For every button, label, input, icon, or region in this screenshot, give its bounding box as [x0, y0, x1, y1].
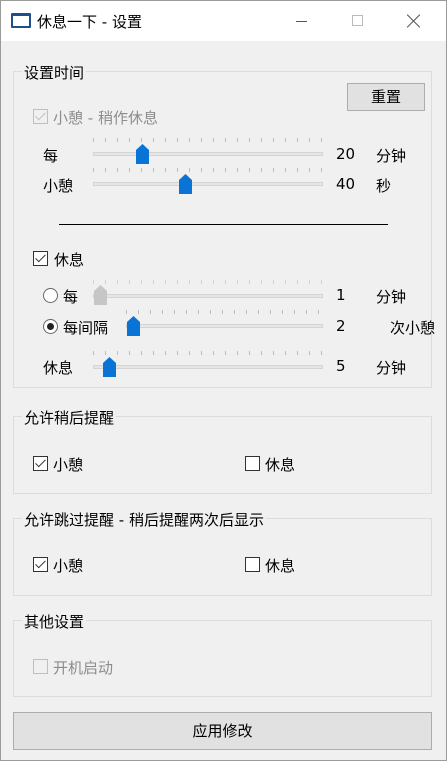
radio-every-ticks	[93, 280, 323, 284]
maximize-button	[330, 1, 386, 41]
skip-short-label: 小憩	[53, 557, 84, 575]
short-break-label: 小憩 - 稍作休息	[53, 109, 158, 127]
maximize-icon	[352, 15, 363, 26]
radio-interval-slider[interactable]	[126, 324, 323, 328]
apply-button[interactable]: 应用修改	[13, 712, 432, 750]
title-bar[interactable]: 休息一下 - 设置	[1, 1, 446, 41]
radio-interval-thumb[interactable]	[127, 316, 140, 336]
radio-interval[interactable]	[43, 319, 58, 334]
reset-button[interactable]: 重置	[347, 83, 425, 111]
minimize-icon	[296, 21, 307, 22]
radio-every[interactable]	[43, 288, 58, 303]
time-settings-title: 设置时间	[22, 62, 87, 83]
short-duration-thumb[interactable]	[179, 174, 192, 194]
postpone-title: 允许稍后提醒	[22, 407, 117, 428]
radio-interval-ticks	[126, 310, 323, 314]
rest-slider-ticks	[93, 351, 323, 355]
rest-unit: 分钟	[376, 359, 407, 377]
skip-short-checkbox[interactable]	[33, 557, 48, 572]
short-break-checkbox[interactable]	[33, 109, 48, 124]
rest-value: 5	[336, 357, 346, 375]
every-value: 20	[336, 145, 356, 163]
minimize-button[interactable]	[274, 1, 330, 41]
radio-every-thumb[interactable]	[94, 285, 107, 305]
radio-every-unit: 分钟	[376, 288, 407, 306]
every-slider[interactable]	[93, 152, 323, 156]
autostart-label: 开机启动	[53, 659, 114, 677]
radio-every-label: 每	[63, 288, 79, 306]
other-settings-group: 其他设置 开机启动	[13, 611, 432, 697]
time-settings-group: 设置时间 重置 小憩 - 稍作休息 每 20 分钟 小憩 40 秒 休息 每 1…	[13, 62, 436, 388]
short-duration-label: 小憩	[43, 177, 74, 195]
radio-interval-value: 2	[336, 317, 346, 335]
postpone-short-label: 小憩	[53, 456, 84, 474]
rest-slider[interactable]	[93, 365, 323, 369]
short-slider-ticks	[93, 168, 323, 172]
rest-label: 休息	[43, 359, 74, 377]
section-divider	[59, 224, 388, 225]
radio-every-slider[interactable]	[93, 294, 323, 298]
every-slider-thumb[interactable]	[136, 144, 149, 164]
skip-long-checkbox[interactable]	[245, 557, 260, 572]
every-unit: 分钟	[376, 147, 407, 165]
postpone-long-label: 休息	[265, 456, 296, 474]
radio-every-value: 1	[336, 286, 346, 304]
short-duration-slider[interactable]	[93, 182, 323, 186]
window-title: 休息一下 - 设置	[37, 13, 142, 31]
close-button[interactable]	[386, 1, 442, 41]
postpone-group: 允许稍后提醒 小憩 休息	[13, 407, 432, 494]
rest-slider-thumb[interactable]	[103, 357, 116, 377]
autostart-checkbox[interactable]	[33, 659, 48, 674]
postpone-long-checkbox[interactable]	[245, 456, 260, 471]
skip-long-label: 休息	[265, 557, 296, 575]
radio-interval-label: 每间隔	[63, 319, 109, 337]
skip-title: 允许跳过提醒 - 稍后提醒两次后显示	[22, 509, 266, 530]
short-duration-unit: 秒	[376, 177, 392, 195]
app-window-icon	[11, 13, 31, 28]
other-settings-title: 其他设置	[22, 611, 87, 632]
short-duration-value: 40	[336, 175, 356, 193]
long-break-label: 休息	[54, 251, 85, 269]
postpone-short-checkbox[interactable]	[33, 456, 48, 471]
settings-window: 休息一下 - 设置 设置时间 重置 小憩 - 稍作休息 每 20 分钟 小憩 4…	[0, 0, 447, 761]
close-icon	[407, 14, 421, 28]
long-break-checkbox[interactable]	[33, 251, 48, 266]
skip-group: 允许跳过提醒 - 稍后提醒两次后显示 小憩 休息	[13, 509, 432, 596]
every-label: 每	[43, 147, 59, 165]
every-slider-ticks	[93, 138, 323, 142]
radio-interval-unit: 次小憩	[390, 319, 436, 337]
